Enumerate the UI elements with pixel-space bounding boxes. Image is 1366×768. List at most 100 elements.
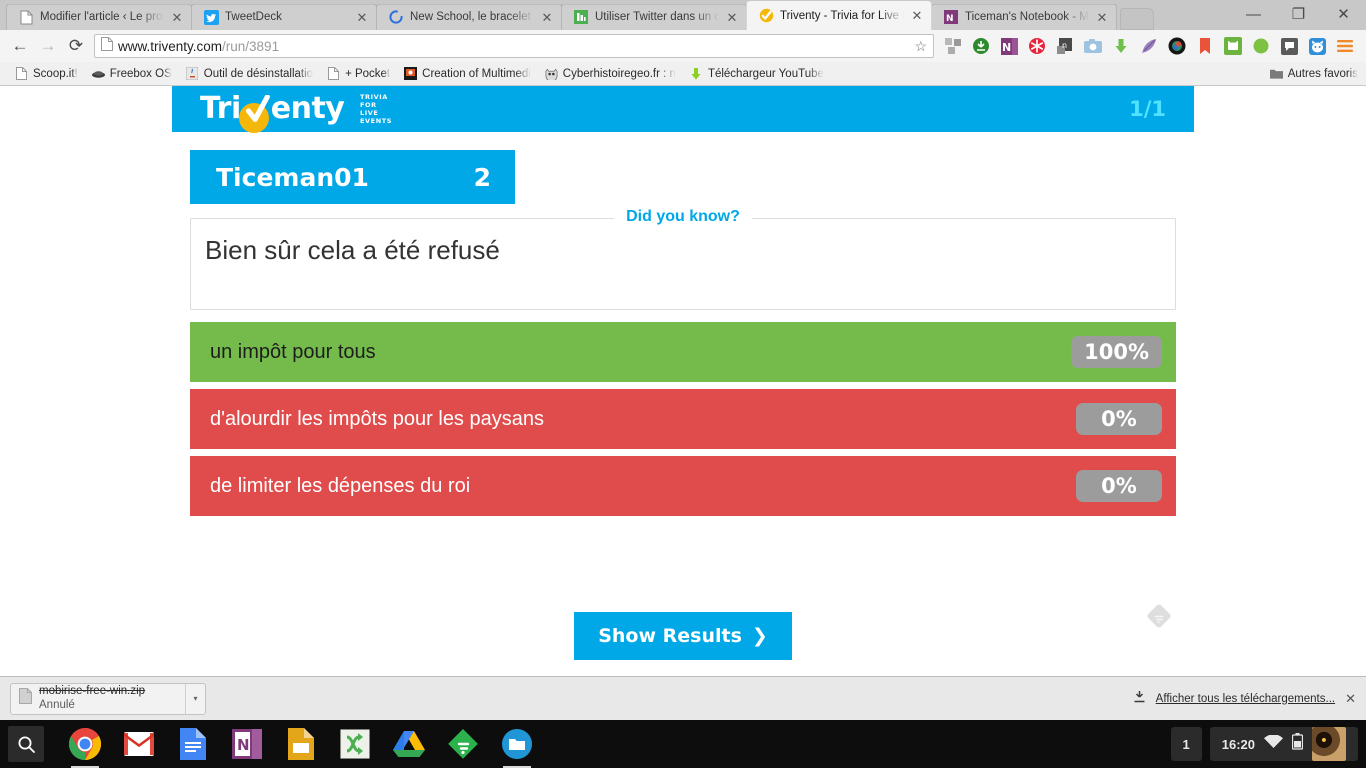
bookmarks-bar: Scoop.it! Freebox OS Outil de désinstall… [0, 62, 1366, 86]
wifi-icon [1264, 733, 1283, 754]
search-icon[interactable] [8, 726, 44, 762]
feedback-diamond-icon[interactable] [1144, 601, 1174, 636]
bookmark-scoop-it[interactable]: Scoop.it! [8, 65, 85, 82]
new-tab-button[interactable] [1120, 8, 1154, 30]
browser-tab-1[interactable]: TweetDeck ✕ [191, 4, 377, 30]
download-file-name: mobirise-free-win.zip [39, 684, 146, 697]
close-icon[interactable]: ✕ [540, 11, 554, 24]
download-shelf: mobirise-free-win.zip Annulé ▾ Afficher … [0, 676, 1366, 720]
minimize-button[interactable]: — [1231, 0, 1276, 30]
bookmark-creation-multimedia[interactable]: Creation of Multimedi [397, 65, 538, 82]
svg-text:n: n [1062, 41, 1067, 50]
tab-title: Ticeman's Notebook - Mic [965, 11, 1089, 23]
question-counter: 1/1 [1129, 97, 1166, 121]
url-path: /run/3891 [222, 38, 280, 54]
chevron-right-icon: ❯ [751, 625, 768, 647]
forward-button[interactable]: → [34, 32, 62, 60]
download-status: Annulé [39, 698, 75, 711]
onenote-icon[interactable]: N [996, 33, 1022, 59]
chrome-menu-icon[interactable] [1332, 33, 1358, 59]
answer-option-0[interactable]: un impôt pour tous 100% [190, 322, 1176, 382]
close-icon[interactable]: ✕ [1095, 11, 1109, 24]
triventy-logo[interactable]: Tri enty TRIVIA FOR LIVE EVENTS [200, 86, 391, 133]
workspace-indicator[interactable]: 1 [1170, 727, 1202, 761]
browser-tab-5[interactable]: N Ticeman's Notebook - Mic ✕ [931, 4, 1117, 30]
bookmark-label: Creation of Multimedi [422, 67, 531, 80]
multimedia-icon [404, 67, 418, 80]
download-green-icon[interactable] [968, 33, 994, 59]
download-shelf-actions: Afficher tous les téléchargements... ✕ [1133, 690, 1356, 708]
chevron-down-icon[interactable]: ▾ [185, 683, 205, 714]
user-avatar[interactable] [1312, 727, 1346, 761]
os-taskbar: N 1 16:20 [0, 720, 1366, 768]
taskbar-app-google-docs[interactable] [173, 724, 213, 764]
close-shelf-icon[interactable]: ✕ [1345, 691, 1356, 707]
close-icon[interactable]: ✕ [725, 11, 739, 24]
bookmark-cyberhistoiregeo[interactable]: Cyberhistoiregeo.fr : n [538, 65, 683, 82]
bookmark-label: Cyberhistoiregeo.fr : n [562, 67, 676, 80]
bookmark-pocket[interactable]: + Pocket [320, 65, 397, 82]
evernote-icon[interactable]: n [1052, 33, 1078, 59]
taskbar-app-chrome[interactable] [65, 724, 105, 768]
svg-text:N: N [1002, 41, 1011, 54]
red-bookmark-icon[interactable] [1192, 33, 1218, 59]
browser-tab-0[interactable]: Modifier l'article ‹ Le propu ✕ [6, 4, 192, 30]
green-download-arrow-icon[interactable] [1108, 33, 1134, 59]
page-icon [18, 9, 34, 25]
answer-label: un impôt pour tous [210, 340, 376, 363]
svg-text:N: N [946, 14, 954, 24]
bookmark-star-icon[interactable]: ☆ [914, 38, 927, 55]
taskbar-app-onenote[interactable]: N [227, 724, 267, 764]
feather-icon[interactable] [1136, 33, 1162, 59]
document-icon [101, 36, 113, 56]
camera-icon[interactable] [1080, 33, 1106, 59]
download-icon [1133, 690, 1146, 708]
other-bookmarks[interactable]: Autres favoris [1269, 67, 1358, 80]
bookmark-outil-desinstallation[interactable]: Outil de désinstallatio [179, 65, 320, 82]
speech-bubble-icon[interactable] [1276, 33, 1302, 59]
browser-tab-2[interactable]: New School, le bracelet éle ✕ [376, 4, 562, 30]
back-button[interactable]: ← [6, 32, 34, 60]
extension-icons: N n [940, 33, 1360, 59]
bookmark-freebox-os[interactable]: Freebox OS [85, 65, 179, 82]
clock: 16:20 [1221, 736, 1255, 752]
browser-tab-4-active[interactable]: Triventy - Trivia for Live Ev ✕ [746, 1, 932, 30]
red-asterisk-icon[interactable] [1024, 33, 1050, 59]
bookmark-telechargeur-youtube[interactable]: Téléchargeur YouTube [683, 65, 831, 82]
freebox-icon [91, 67, 105, 80]
circle-icon [388, 9, 404, 25]
taskbar-app-files[interactable] [497, 724, 537, 768]
page-viewport: Tri enty TRIVIA FOR LIVE EVENTS 1/1 Tice… [0, 86, 1366, 676]
address-bar[interactable]: www.triventy.com/run/3891 ☆ [94, 34, 934, 58]
other-bookmarks-label: Autres favoris [1287, 67, 1358, 80]
did-you-know-section: Did you know? Bien sûr cela a été refusé [172, 208, 1194, 310]
taskbar-app-google-drive[interactable] [389, 724, 429, 764]
taskbar-app-google-slides[interactable] [281, 724, 321, 764]
close-icon[interactable]: ✕ [910, 9, 924, 22]
browser-tab-3[interactable]: Utiliser Twitter dans un co ✕ [561, 4, 747, 30]
cat-icon[interactable] [1304, 33, 1330, 59]
reload-button[interactable]: ⟳ [62, 32, 90, 60]
bookmark-label: Outil de désinstallatio [203, 67, 314, 80]
show-results-button[interactable]: Show Results ❯ [574, 612, 792, 660]
show-all-downloads-link[interactable]: Afficher tous les téléchargements... [1156, 693, 1335, 705]
close-icon[interactable]: ✕ [170, 11, 184, 24]
answer-option-1[interactable]: d'alourdir les impôts pour les paysans 0… [190, 389, 1176, 449]
answer-option-2[interactable]: de limiter les dépenses du roi 0% [190, 456, 1176, 516]
bookmark-label: Téléchargeur YouTube [707, 67, 824, 80]
download-item[interactable]: mobirise-free-win.zip Annulé ▾ [10, 682, 206, 715]
print-icon[interactable] [1220, 33, 1246, 59]
maximize-button[interactable]: ❐ [1276, 0, 1321, 30]
status-area[interactable]: 16:20 [1209, 727, 1358, 761]
extensions-icon[interactable] [940, 33, 966, 59]
did-you-know-box: Did you know? Bien sûr cela a été refusé [190, 208, 1176, 310]
taskbar-app-feedly[interactable] [443, 724, 483, 764]
close-icon[interactable]: ✕ [355, 11, 369, 24]
taskbar-app-gmail[interactable] [119, 724, 159, 764]
lens-icon[interactable] [1164, 33, 1190, 59]
tab-strip: Modifier l'article ‹ Le propu ✕ TweetDec… [0, 0, 1366, 30]
green-dot-icon[interactable] [1248, 33, 1274, 59]
close-window-button[interactable]: ✕ [1321, 0, 1366, 30]
folder-icon [1269, 67, 1283, 80]
taskbar-app-shuffle[interactable] [335, 724, 375, 764]
